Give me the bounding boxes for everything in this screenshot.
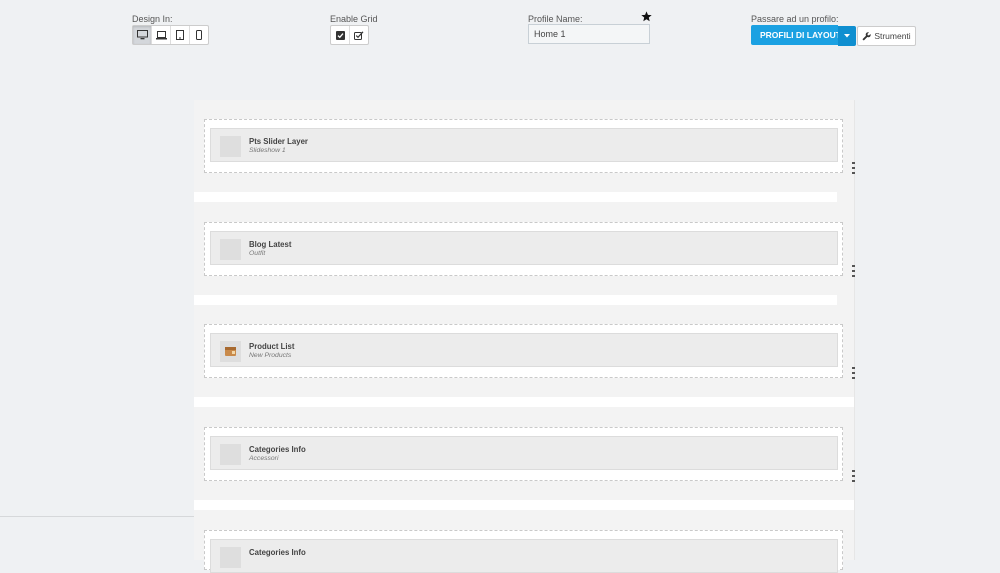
switch-profile-label: Passare ad un profilo: [751, 14, 839, 24]
enable-grid-label: Enable Grid [330, 14, 378, 24]
module-thumbnail [220, 136, 241, 157]
module-thumbnail [220, 239, 241, 260]
layout-column[interactable]: Product List New Products [204, 324, 843, 378]
profile-name-label: Profile Name: [528, 14, 583, 24]
layout-profiles-dropdown[interactable] [838, 26, 856, 46]
row-separator [194, 397, 855, 407]
layout-profiles-label: PROFILI DI LAYOUT [760, 30, 838, 40]
checkbox-outline-icon [354, 30, 364, 40]
drag-handle-icon[interactable] [852, 162, 855, 174]
module-block[interactable]: Product List New Products [210, 333, 838, 367]
module-subtitle: Slideshow 1 [249, 147, 286, 154]
laptop-view-button[interactable] [152, 26, 171, 44]
star-icon[interactable] [641, 11, 652, 22]
module-subtitle: Accessori [249, 455, 279, 462]
row-separator [194, 295, 837, 305]
row-separator [194, 192, 837, 202]
layout-profiles-button[interactable]: PROFILI DI LAYOUT [751, 25, 838, 45]
row-separator [194, 500, 855, 510]
layout-column[interactable]: Pts Slider Layer Slideshow 1 [204, 119, 843, 173]
grid-on-button[interactable] [331, 26, 350, 44]
mobile-view-button[interactable] [190, 26, 208, 44]
module-title: Pts Slider Layer [249, 137, 308, 146]
desktop-icon [136, 30, 148, 40]
tools-label: Strumenti [874, 31, 911, 41]
module-title: Categories Info [249, 445, 306, 454]
laptop-icon [155, 30, 167, 39]
grid-off-button[interactable] [350, 26, 368, 44]
tools-button[interactable]: Strumenti [857, 26, 916, 46]
product-list-icon [225, 347, 236, 356]
drag-handle-icon[interactable] [852, 265, 855, 277]
module-block[interactable]: Pts Slider Layer Slideshow 1 [210, 128, 838, 162]
module-thumbnail [220, 341, 241, 362]
module-block[interactable]: Categories Info [210, 539, 838, 573]
grid-toggle-group [330, 25, 369, 45]
caret-down-icon [844, 34, 850, 38]
checkbox-checked-icon [335, 30, 345, 40]
layout-column[interactable]: Blog Latest Outfit [204, 222, 843, 276]
layout-canvas: Pts Slider Layer Slideshow 1 Blog Latest… [194, 100, 855, 573]
module-thumbnail [220, 547, 241, 568]
wrench-icon [862, 31, 871, 41]
divider [0, 516, 194, 517]
layout-column[interactable]: Categories Info [204, 530, 843, 573]
mobile-icon [196, 30, 202, 40]
module-title: Product List [249, 342, 295, 351]
module-block[interactable]: Blog Latest Outfit [210, 231, 838, 265]
module-subtitle: New Products [249, 352, 292, 359]
module-thumbnail [220, 444, 241, 465]
module-subtitle: Outfit [249, 250, 266, 257]
device-switcher [132, 25, 209, 45]
drag-handle-icon[interactable] [852, 367, 855, 379]
layout-column[interactable]: Categories Info Accessori [204, 427, 843, 481]
drag-handle-icon[interactable] [852, 470, 855, 482]
module-block[interactable]: Categories Info Accessori [210, 436, 838, 470]
module-title: Blog Latest [249, 240, 292, 249]
design-in-label: Design In: [132, 14, 173, 24]
tablet-view-button[interactable] [171, 26, 190, 44]
tablet-icon [176, 30, 184, 40]
desktop-view-button[interactable] [133, 26, 152, 44]
profile-name-input[interactable]: Home 1 [528, 24, 650, 44]
